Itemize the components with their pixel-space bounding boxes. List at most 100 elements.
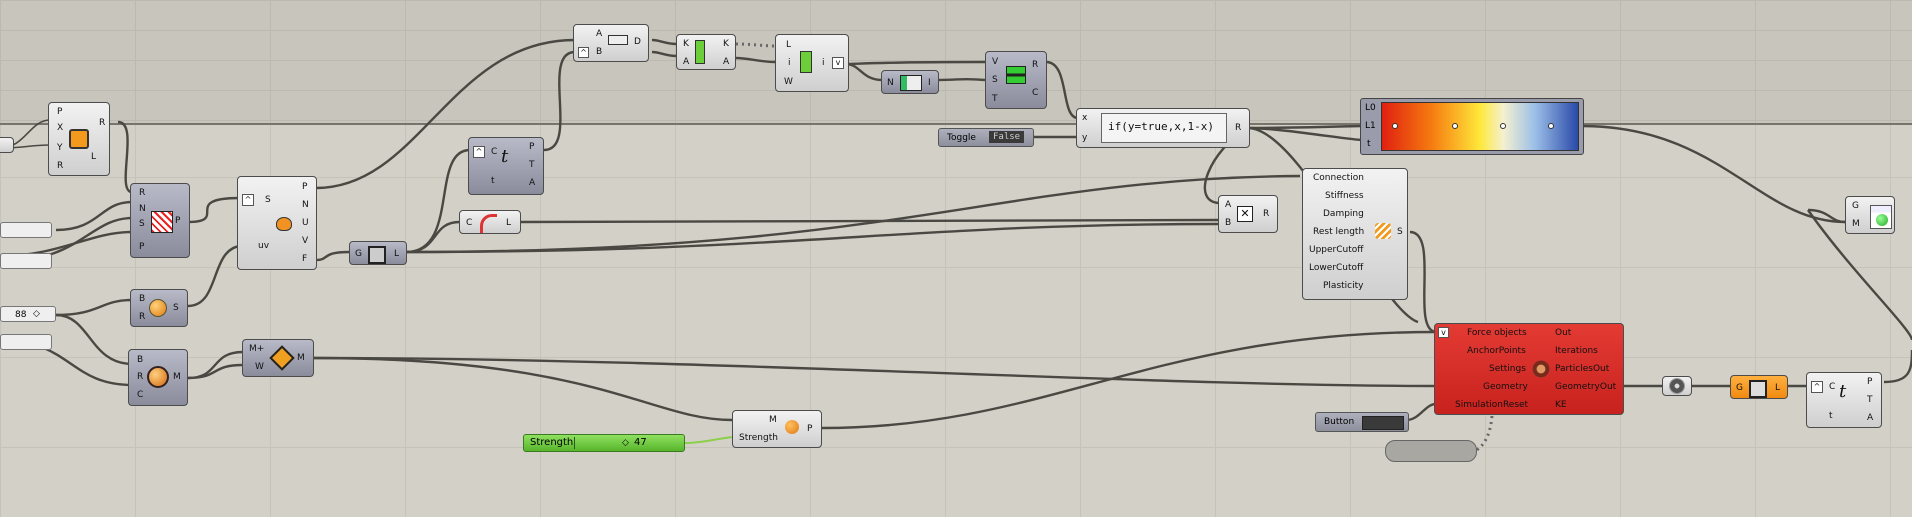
distance-component[interactable]: A ^ B D	[573, 24, 649, 62]
sphere-icon	[149, 299, 167, 317]
curve-param-icon: t	[1839, 381, 1847, 402]
input-label: L	[786, 40, 792, 50]
input-label: C	[466, 218, 473, 228]
slider-partial-1[interactable]	[0, 222, 52, 238]
button-label: Button	[1324, 417, 1355, 427]
curve-evaluate-component-2[interactable]: ^ C t P T A t	[1806, 372, 1882, 428]
curve-eval-toggle-icon[interactable]: ^	[473, 146, 485, 158]
input-label: R	[137, 372, 144, 382]
input-label: G	[1736, 383, 1743, 393]
input-label: Force objects	[1467, 328, 1527, 338]
slider-label: Strength	[530, 437, 574, 448]
input-label: W	[784, 77, 793, 87]
rectangle-component[interactable]: P X Y R R L	[48, 102, 110, 176]
curve-length-icon	[480, 214, 497, 233]
custom-preview-icon	[1870, 205, 1892, 229]
toggle-value[interactable]: False	[989, 131, 1025, 143]
custom-preview-component[interactable]: G M	[1845, 196, 1895, 234]
curve-eval-toggle-icon[interactable]: ^	[1811, 381, 1823, 393]
edges-component-orange[interactable]: G L	[1730, 375, 1788, 399]
gradient-grip[interactable]	[1548, 123, 1554, 129]
pressure-component[interactable]: M Strength P	[732, 410, 822, 448]
input-label: N	[887, 78, 894, 88]
surface-eval-icon	[276, 217, 292, 231]
curve-length-component[interactable]: C L	[459, 210, 521, 234]
list-item-icon	[800, 51, 812, 73]
sphere-component[interactable]: B R S	[130, 289, 188, 327]
expression-component[interactable]: x y if(y=true,x,1-x) R	[1076, 108, 1250, 148]
output-label: L	[394, 249, 400, 259]
input-label: S	[265, 195, 271, 205]
slider-grip-icon[interactable]: ◇	[622, 438, 629, 448]
gradient-grip[interactable]	[1392, 123, 1398, 129]
pressure-icon	[785, 420, 799, 434]
populate-component[interactable]: R N S P P	[130, 183, 190, 258]
input-label: X	[57, 123, 64, 133]
distance-toggle-icon[interactable]: ^	[578, 47, 589, 58]
gradient-component[interactable]: L0 L1 t	[1360, 98, 1584, 155]
input-label: L1	[1365, 121, 1376, 131]
output-label: S	[1397, 227, 1403, 237]
input-label: LowerCutoff	[1309, 263, 1364, 273]
strength-slider[interactable]: Strength ◇ 47	[523, 434, 685, 452]
mesh-sphere-component[interactable]: B R C M	[128, 349, 188, 406]
boolean-toggle[interactable]: Toggle False	[938, 128, 1034, 147]
output-label: P	[529, 142, 535, 152]
spring-component[interactable]: Connection Stiffness Damping Rest length…	[1302, 168, 1408, 300]
input-label: Plasticity	[1323, 281, 1364, 291]
output-label: ParticlesOut	[1555, 364, 1610, 374]
slider-partial-2[interactable]	[0, 253, 52, 269]
output-label: F	[302, 254, 308, 264]
input-label: uv	[258, 241, 270, 251]
list-item-component[interactable]: L i W i v	[775, 34, 849, 92]
input-label: A	[1225, 200, 1232, 210]
surface-evaluate-component[interactable]: ^ S uv P N U V F	[237, 176, 317, 270]
input-label: G	[1852, 201, 1859, 211]
input-label: N	[139, 204, 146, 214]
sort-component[interactable]: K A K A	[676, 34, 736, 70]
output-label: A	[1867, 413, 1874, 423]
edges-component[interactable]: G L	[349, 241, 407, 265]
scribble-panel[interactable]	[1385, 440, 1477, 462]
mesh-join-component[interactable]: M+ W M	[242, 339, 314, 377]
button-face[interactable]	[1362, 416, 1404, 430]
sort-icon	[695, 40, 705, 64]
list-item-toggle-icon[interactable]: v	[832, 57, 844, 69]
rectangle-icon	[69, 129, 89, 149]
slider-88[interactable]: 88 ◇	[0, 306, 56, 322]
partial-component-left[interactable]	[0, 137, 14, 153]
input-label: y	[1082, 133, 1088, 143]
remap-icon	[1006, 66, 1026, 84]
remap-component[interactable]: V S T R C	[985, 51, 1047, 109]
output-label: P	[807, 424, 813, 434]
gradient-grip[interactable]	[1500, 123, 1506, 129]
output-label: L	[506, 218, 512, 228]
reset-button[interactable]: Button	[1315, 412, 1409, 432]
mesh-join-icon	[269, 345, 295, 371]
input-label: C	[491, 147, 498, 157]
surface-eval-toggle-icon[interactable]: ^	[242, 194, 254, 206]
slider-partial-3[interactable]	[0, 334, 52, 350]
grasshopper-canvas[interactable]: 88 ◇ P X Y R R L R N S P P B R S B R C M…	[0, 0, 1912, 517]
series-component[interactable]: N I	[881, 70, 939, 94]
output-label: R	[1235, 123, 1242, 133]
output-label: Out	[1555, 328, 1572, 338]
input-label: x	[1082, 113, 1088, 123]
input-label: Rest length	[1313, 227, 1365, 237]
input-label: R	[139, 312, 146, 322]
curve-evaluate-component[interactable]: ^ C t P T A t	[468, 137, 544, 195]
solver-toggle-icon[interactable]: v	[1438, 327, 1449, 338]
input-label: UpperCutoff	[1309, 245, 1364, 255]
expression-text-box[interactable]: if(y=true,x,1-x)	[1101, 113, 1227, 143]
output-label: R	[1032, 60, 1039, 70]
expression-text: if(y=true,x,1-x)	[1108, 120, 1214, 133]
gradient-bar[interactable]	[1381, 102, 1579, 151]
output-label: N	[302, 200, 309, 210]
input-label: P	[139, 242, 145, 252]
multiply-component[interactable]: A B R ✕	[1218, 195, 1278, 233]
explode-component[interactable]	[1662, 376, 1692, 396]
gradient-grip[interactable]	[1452, 123, 1458, 129]
kangaroo-solver-component[interactable]: v Force objects AnchorPoints Settings Ge…	[1434, 323, 1624, 415]
output-label: R	[1263, 209, 1270, 219]
input-label: SimulationReset	[1455, 400, 1529, 410]
